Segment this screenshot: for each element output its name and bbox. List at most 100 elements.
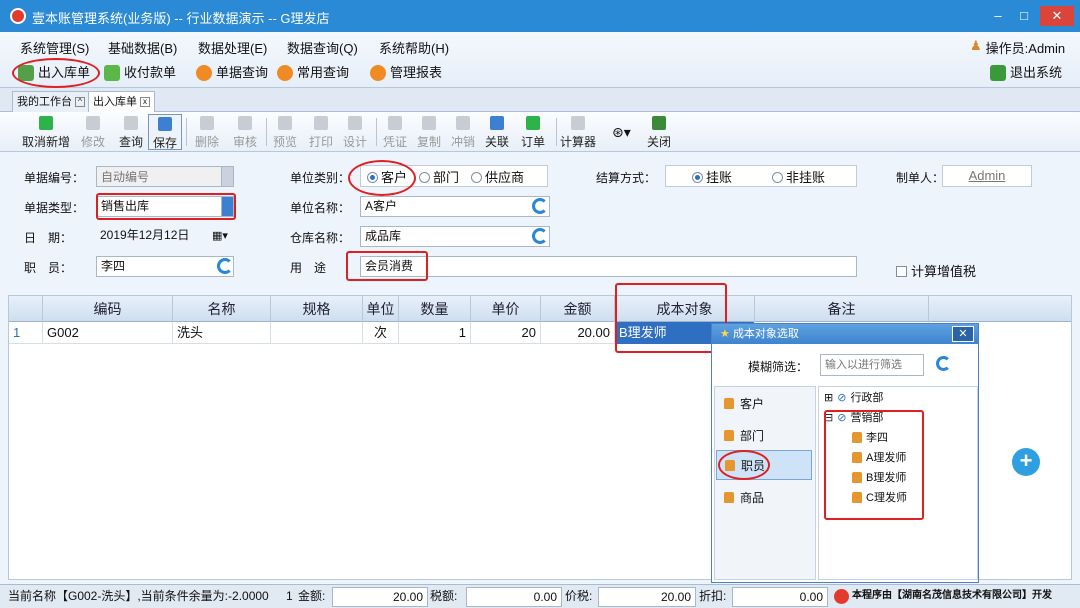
audit-button[interactable]: 审核 xyxy=(226,114,264,150)
preview-button[interactable]: 预览 xyxy=(266,114,304,150)
cell-name[interactable]: 洗头 xyxy=(173,322,271,344)
options-icon[interactable]: ⊛▾ xyxy=(612,124,631,141)
common-query-button[interactable]: 常用查询 xyxy=(277,62,349,84)
menu-data-process[interactable]: 数据处理(E) xyxy=(198,38,267,57)
status-count: 1 xyxy=(286,589,293,603)
col-name[interactable]: 名称 xyxy=(173,296,271,322)
status-discount-label: 折扣: xyxy=(699,589,727,603)
col-unit[interactable]: 单位 xyxy=(363,296,399,322)
col-code[interactable]: 编码 xyxy=(43,296,173,322)
grid-header: 编码 名称 规格 单位 数量 单价 金额 成本对象 备注 xyxy=(9,296,1071,322)
doc-no-dropdown-icon[interactable] xyxy=(221,167,233,186)
category-product[interactable]: 商品 xyxy=(716,482,812,512)
reverse-icon xyxy=(456,116,470,130)
reset-filter-icon[interactable] xyxy=(936,356,951,371)
voucher-button[interactable]: 凭证 xyxy=(376,114,414,150)
tree-node-dept[interactable]: ⊞ ⊘ 行政部 xyxy=(824,388,883,406)
mgmt-report-button[interactable]: 管理报表 xyxy=(370,62,442,84)
col-note[interactable]: 备注 xyxy=(755,296,929,322)
status-tax-label: 税额: xyxy=(430,589,458,603)
radio-supplier[interactable]: 供应商 xyxy=(471,167,524,186)
warehouse-field[interactable]: 成品库 xyxy=(360,226,550,247)
refresh-icon[interactable] xyxy=(217,258,233,274)
category-customer[interactable]: 客户 xyxy=(716,388,812,418)
col-qty[interactable]: 数量 xyxy=(399,296,471,322)
settle-label: 结算方式： xyxy=(596,171,657,185)
order-button[interactable]: 订单 xyxy=(514,114,552,150)
save-button[interactable]: 保存 xyxy=(148,114,182,150)
delete-icon xyxy=(200,116,214,130)
close-window-button[interactable]: ✕ xyxy=(1040,6,1074,26)
doc-query-icon xyxy=(196,65,212,81)
edit-button[interactable]: 修改 xyxy=(74,114,112,150)
filter-input[interactable] xyxy=(820,354,924,376)
cancel-new-button[interactable]: 取消新增 xyxy=(20,114,72,150)
vat-checkbox[interactable]: 计算增值税 xyxy=(896,261,976,280)
print-button[interactable]: 打印 xyxy=(302,114,340,150)
query-button[interactable]: 查询 xyxy=(112,114,150,150)
cell-code[interactable]: G002 xyxy=(43,322,173,344)
customer-icon xyxy=(724,397,734,409)
close-doc-button[interactable]: 关闭 xyxy=(640,114,678,150)
staff-field[interactable]: 李四 xyxy=(96,256,234,277)
design-button[interactable]: 设计 xyxy=(336,114,374,150)
copy-button[interactable]: 复制 xyxy=(410,114,448,150)
purpose-field[interactable]: 会员消费 xyxy=(360,256,857,277)
radio-not-on-account[interactable]: 非挂账 xyxy=(772,167,825,186)
cell-price[interactable]: 20 xyxy=(471,322,541,344)
menu-system[interactable]: 系统管理(S) xyxy=(20,38,89,57)
unit-name-field[interactable]: A客户 xyxy=(360,196,550,217)
menu-help[interactable]: 系统帮助(H) xyxy=(379,38,449,57)
user-icon: ♟ xyxy=(970,38,982,53)
menu-base-data[interactable]: 基础数据(B) xyxy=(108,38,177,57)
delete-button[interactable]: 删除 xyxy=(188,114,226,150)
preview-icon xyxy=(278,116,292,130)
col-price[interactable]: 单价 xyxy=(471,296,541,322)
link-button[interactable]: 关联 xyxy=(478,114,516,150)
payment-doc-button[interactable]: 收付款单 xyxy=(104,62,176,84)
pin-icon[interactable]: ^ xyxy=(75,97,85,107)
search-icon xyxy=(124,116,138,130)
close-tab-icon[interactable]: x xyxy=(140,97,150,107)
cell-spec[interactable] xyxy=(271,322,363,344)
purpose-label: 用 途 xyxy=(290,261,327,275)
exit-button[interactable]: 退出系统 xyxy=(990,62,1062,84)
maximize-button[interactable]: □ xyxy=(1010,6,1038,26)
row-index: 1 xyxy=(9,322,43,344)
annotation-box xyxy=(824,410,924,520)
col-spec[interactable]: 规格 xyxy=(271,296,363,322)
product-icon xyxy=(724,491,734,503)
calculator-button[interactable]: 计算器 xyxy=(556,114,600,150)
calendar-icon[interactable]: ▦▾ xyxy=(212,229,228,242)
close-icon xyxy=(652,116,666,130)
cell-unit[interactable]: 次 xyxy=(363,322,399,344)
menu-data-query[interactable]: 数据查询(Q) xyxy=(287,38,358,57)
category-department[interactable]: 部门 xyxy=(716,420,812,450)
tab-workbench[interactable]: 我的工作台 ^ xyxy=(12,91,90,112)
calculator-icon xyxy=(571,116,585,130)
doc-query-button[interactable]: 单据查询 xyxy=(196,62,268,84)
tab-stock-doc[interactable]: 出入库单 x xyxy=(88,91,155,112)
cell-amount[interactable]: 20.00 xyxy=(541,322,615,344)
refresh-icon[interactable] xyxy=(532,228,548,244)
maker-label: 制单人： xyxy=(896,171,945,185)
add-row-button[interactable]: + xyxy=(1012,448,1040,476)
window-title: 壹本账管理系统(业务版) -- 行业数据演示 -- G理发店 xyxy=(32,11,330,26)
popup-close-icon[interactable]: ✕ xyxy=(952,326,974,342)
radio-on-account[interactable]: 挂账 xyxy=(692,167,732,186)
status-tax: 0.00 xyxy=(466,587,562,607)
reverse-button[interactable]: 冲销 xyxy=(444,114,482,150)
minimize-button[interactable]: – xyxy=(984,6,1012,26)
settle-radio-group: 挂账 非挂账 xyxy=(665,165,857,187)
status-pricetax-label: 价税: xyxy=(565,589,593,603)
radio-department[interactable]: 部门 xyxy=(419,167,459,186)
col-amount[interactable]: 金额 xyxy=(541,296,615,322)
cell-qty[interactable]: 1 xyxy=(399,322,471,344)
order-icon xyxy=(526,116,540,130)
vendor-text: 本程序由【湖南名茂信息技术有限公司】开发 xyxy=(852,590,1052,601)
app-logo-icon xyxy=(10,8,26,24)
popup-title: 成本对象选取 xyxy=(732,328,799,340)
refresh-icon[interactable] xyxy=(532,198,548,214)
doc-no-field[interactable] xyxy=(96,166,234,187)
annotation-oval xyxy=(348,160,416,196)
